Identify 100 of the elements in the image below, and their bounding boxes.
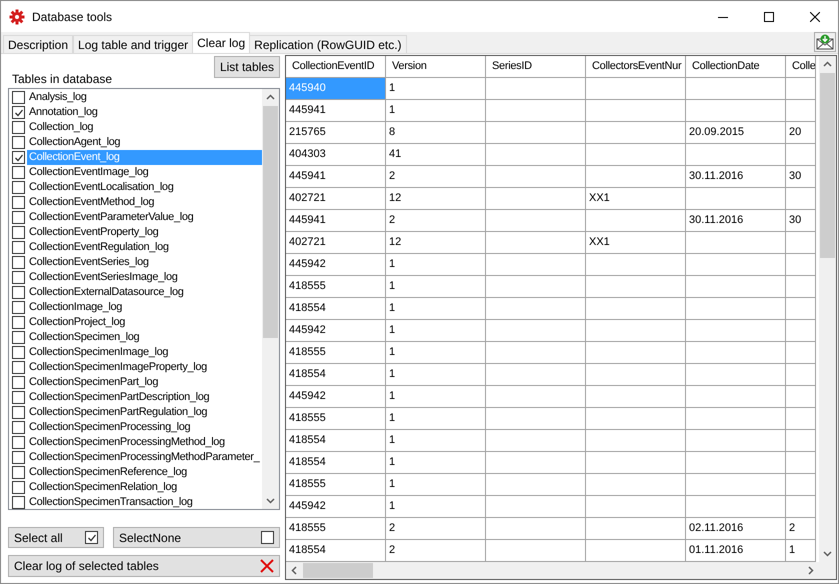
list-item[interactable]: CollectionSpecimenProcessingMethodParameter_ (27, 450, 262, 465)
maximize-icon (764, 12, 774, 22)
list-item[interactable]: CollectionEventProperty_log (27, 225, 262, 240)
select-all-button[interactable]: Select all (8, 527, 104, 548)
checkbox[interactable] (12, 241, 25, 254)
tab[interactable]: Description (3, 35, 74, 53)
checkbox[interactable] (12, 391, 25, 404)
list-item[interactable]: Collection_log (27, 120, 262, 135)
table-cell: 1 (386, 276, 486, 298)
checkbox[interactable] (12, 331, 25, 344)
list-item[interactable]: CollectionEventParameterValue_log (27, 210, 262, 225)
checkbox[interactable] (12, 376, 25, 389)
list-item[interactable]: CollectionSpecimen_log (27, 330, 262, 345)
select-none-button[interactable]: SelectNone (113, 527, 280, 548)
checkbox[interactable] (12, 271, 25, 284)
table-cell: 30.11.2016 (686, 210, 786, 232)
table-cell (786, 298, 816, 320)
table-cell: 418554 (286, 298, 386, 320)
list-item[interactable]: CollectionEventSeries_log (27, 255, 262, 270)
list-item[interactable]: Analysis_log (27, 90, 262, 105)
tab[interactable]: Replication (RowGUID etc.) (249, 35, 407, 53)
table-cell: 30 (786, 210, 816, 232)
list-item[interactable]: CollectionSpecimenPartRegulation_log (27, 405, 262, 420)
table-cell: 1 (386, 364, 486, 386)
checkbox[interactable] (12, 451, 25, 464)
checkbox[interactable] (12, 211, 25, 224)
list-tables-button[interactable]: List tables (214, 56, 280, 78)
table-cell (786, 254, 816, 276)
checkbox[interactable] (12, 151, 25, 164)
checkbox[interactable] (12, 256, 25, 269)
table-cell: XX1 (586, 188, 686, 210)
list-item[interactable]: CollectionProject_log (27, 315, 262, 330)
checkbox[interactable] (12, 121, 25, 134)
list-item[interactable]: CollectionEventSeriesImage_log (27, 270, 262, 285)
list-item[interactable]: CollectionEventImage_log (27, 165, 262, 180)
table-cell: 1 (386, 342, 486, 364)
clear-log-button[interactable]: Clear log of selected tables (8, 555, 280, 577)
list-item[interactable]: CollectionSpecimenImageProperty_log (27, 360, 262, 375)
list-item[interactable]: CollectionEventMethod_log (27, 195, 262, 210)
table-cell: 1 (386, 452, 486, 474)
checkbox[interactable] (12, 226, 25, 239)
list-item[interactable]: CollectionImage_log (27, 300, 262, 315)
table-cell: XX1 (586, 232, 686, 254)
table-cell: 20.09.2015 (686, 122, 786, 144)
table-cell (786, 474, 816, 496)
table-cell: 30.11.2016 (686, 166, 786, 188)
table-cell: 01.11.2016 (686, 540, 786, 562)
checkbox[interactable] (12, 91, 25, 104)
list-item[interactable]: CollectionEventRegulation_log (27, 240, 262, 255)
checkbox[interactable] (12, 136, 25, 149)
scroll-thumb[interactable] (263, 106, 278, 338)
list-item[interactable]: CollectionSpecimenProcessing_log (27, 420, 262, 435)
table-cell: 1 (386, 430, 486, 452)
export-mail-button[interactable] (814, 32, 836, 52)
list-item[interactable]: CollectionSpecimenTransaction_log (27, 495, 262, 509)
table-cell: 12 (386, 188, 486, 210)
checkbox[interactable] (12, 106, 25, 119)
table-cell: 8 (386, 122, 486, 144)
list-item[interactable]: CollectionSpecimenImage_log (27, 345, 262, 360)
checkbox[interactable] (12, 196, 25, 209)
table-cell: 445942 (286, 320, 386, 342)
list-item[interactable]: CollectionSpecimenRelation_log (27, 480, 262, 495)
table-cell: 418554 (286, 452, 386, 474)
checkbox[interactable] (85, 531, 98, 544)
list-item[interactable]: CollectionAgent_log (27, 135, 262, 150)
checkbox[interactable] (12, 301, 25, 314)
scroll-thumb[interactable] (820, 73, 835, 258)
list-item[interactable]: CollectionSpecimenReference_log (27, 465, 262, 480)
tab[interactable]: Clear log (192, 32, 250, 53)
checkbox[interactable] (12, 361, 25, 374)
checkbox[interactable] (12, 286, 25, 299)
list-item[interactable]: CollectionSpecimenProcessingMethod_log (27, 435, 262, 450)
table-cell: 215765 (286, 122, 386, 144)
list-item[interactable]: CollectionExternalDatasource_log (27, 285, 262, 300)
list-item[interactable]: CollectionEventLocalisation_log (27, 180, 262, 195)
checkbox[interactable] (12, 346, 25, 359)
table-cell: 1 (386, 496, 486, 518)
checkbox[interactable] (12, 496, 25, 509)
list-item[interactable]: Annotation_log (27, 105, 262, 120)
tab[interactable]: Log table and trigger (73, 35, 194, 53)
list-item[interactable]: CollectionSpecimenPartDescription_log (27, 390, 262, 405)
checkbox[interactable] (12, 436, 25, 449)
scroll-thumb[interactable] (303, 563, 373, 578)
checkbox[interactable] (261, 531, 274, 544)
table-cell: 1 (386, 386, 486, 408)
table-cell: 402721 (286, 232, 386, 254)
checkbox[interactable] (12, 406, 25, 419)
table-cell (786, 496, 816, 518)
checkbox[interactable] (12, 181, 25, 194)
checkbox[interactable] (12, 421, 25, 434)
table-cell: 41 (386, 144, 486, 166)
table-cell (786, 320, 816, 342)
checkbox[interactable] (12, 316, 25, 329)
checkbox[interactable] (12, 166, 25, 179)
checkbox[interactable] (12, 481, 25, 494)
list-item[interactable]: CollectionSpecimenPart_log (27, 375, 262, 390)
checkbox[interactable] (12, 466, 25, 479)
table-cell: 418555 (286, 518, 386, 540)
table-cell: 445942 (286, 254, 386, 276)
table-cell: 2 (386, 540, 486, 562)
